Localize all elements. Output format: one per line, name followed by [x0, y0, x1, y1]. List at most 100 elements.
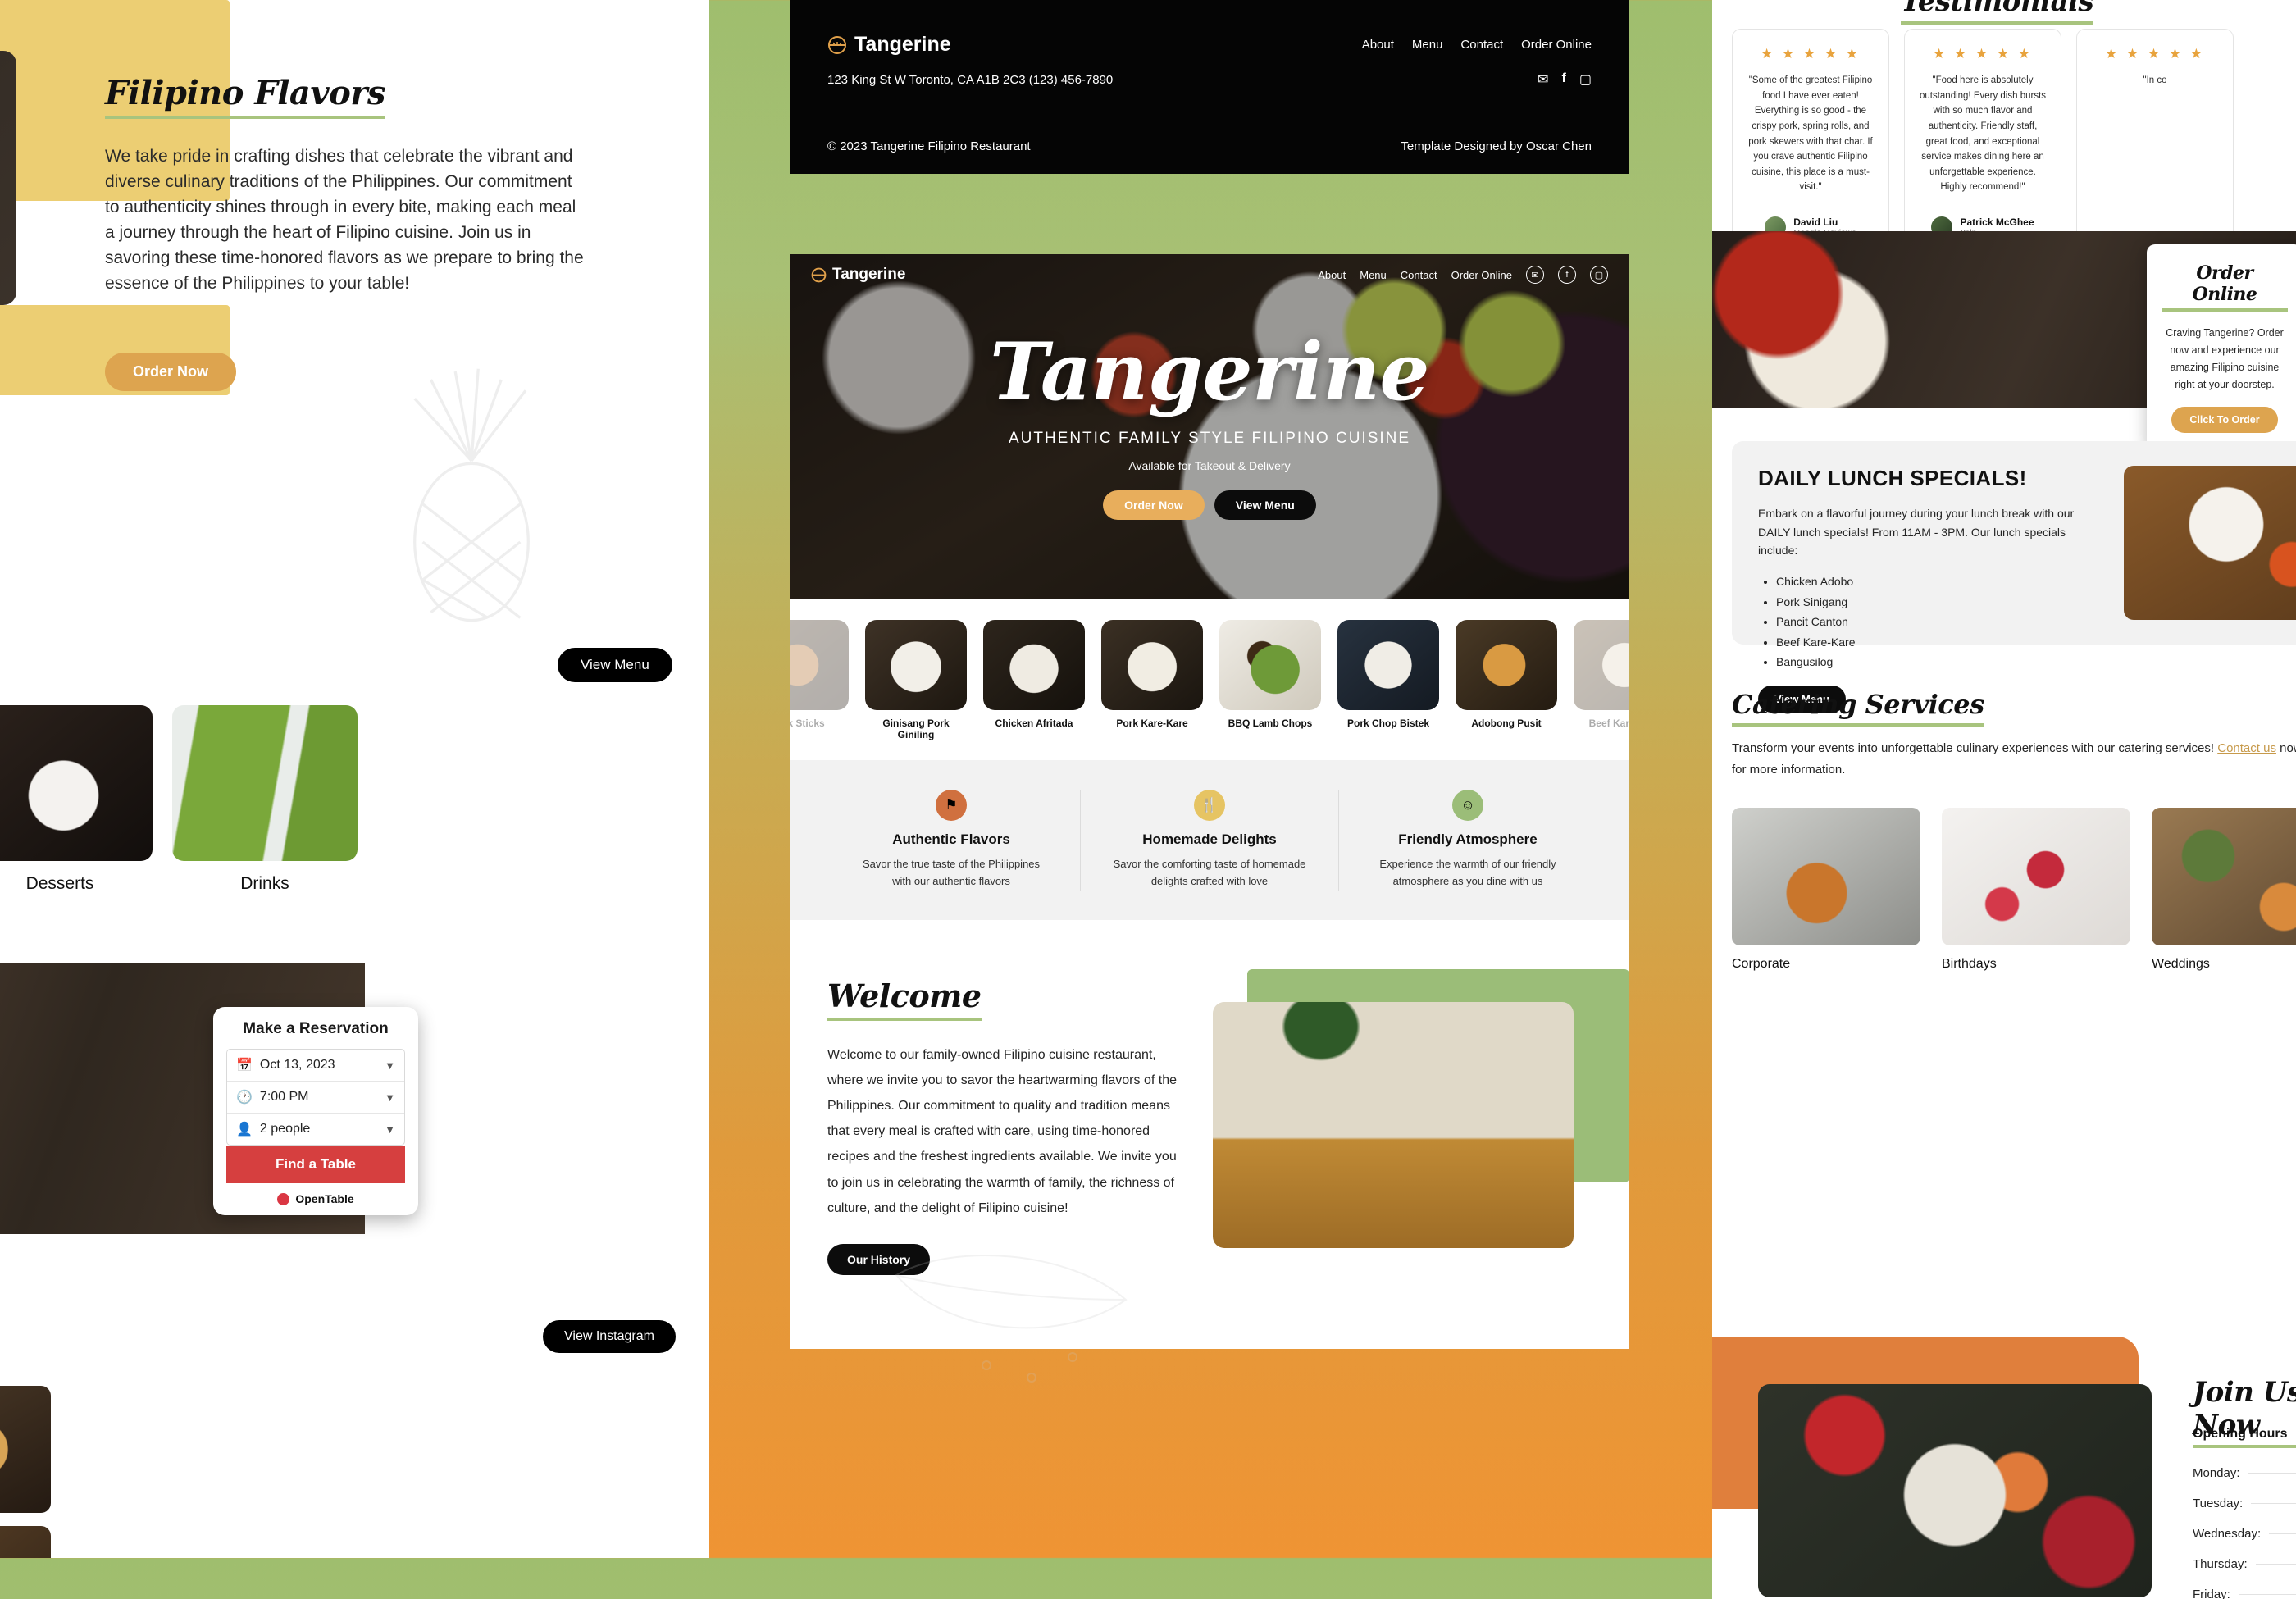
hours-day: Monday:: [2193, 1466, 2240, 1480]
lunch-specials-title: DAILY LUNCH SPECIALS!: [1758, 466, 2027, 490]
hero-nav-right: About Menu Contact Order Online ✉ f ▢: [1318, 266, 1608, 284]
reservation-time-field[interactable]: 🕐 7:00 PM ▼: [227, 1082, 404, 1114]
find-a-table-button[interactable]: Find a Table: [226, 1146, 405, 1183]
instagram-icon[interactable]: ▢: [1579, 71, 1592, 88]
tangerine-slice-icon: [828, 35, 846, 54]
contact-us-link[interactable]: Contact us: [2217, 741, 2276, 755]
filipino-flavors-title: Filipino Flavors: [105, 74, 385, 119]
welcome-title: Welcome: [827, 977, 1180, 1021]
footer-brand-name: Tangerine: [854, 33, 951, 56]
footer-copyright: © 2023 Tangerine Filipino Restaurant: [827, 139, 1031, 153]
view-menu-button-left[interactable]: View Menu: [558, 648, 672, 682]
menu-category-card[interactable]: Desserts: [0, 705, 153, 894]
menu-category-card[interactable]: Drinks: [172, 705, 358, 894]
footer-social-links: ✉ f ▢: [1538, 71, 1592, 88]
catering-label: Corporate: [1732, 957, 1791, 971]
dish-card[interactable]: Ginisang Pork Giniling: [865, 620, 967, 740]
catering-card[interactable]: Corporate: [1732, 808, 1920, 972]
footer-logo[interactable]: Tangerine: [827, 33, 951, 57]
testimonial-list: ★ ★ ★ ★ ★ "Some of the greatest Filipino…: [1732, 29, 2234, 252]
footer-nav-menu[interactable]: Menu: [1412, 38, 1443, 52]
catering-label: Weddings: [2152, 957, 2210, 971]
category-label: Desserts: [25, 874, 94, 893]
reservation-date-field[interactable]: 📅 Oct 13, 2023 ▼: [227, 1050, 404, 1082]
reservation-fields: 📅 Oct 13, 2023 ▼ 🕐 7:00 PM ▼ 👤 2 people …: [226, 1049, 405, 1146]
reservation-time-value: 7:00 PM: [259, 1090, 309, 1104]
hours-day: Friday:: [2193, 1588, 2230, 1599]
chevron-down-icon: ▼: [385, 1091, 395, 1104]
hours-day: Thursday:: [2193, 1557, 2248, 1571]
catering-card[interactable]: Weddings: [2152, 808, 2296, 972]
dish-carousel[interactable]: Pork Sticks Ginisang Pork Giniling Chick…: [790, 599, 1629, 760]
person-icon: 👤: [236, 1123, 253, 1137]
reservation-party-value: 2 people: [259, 1122, 311, 1136]
dish-label: Pork Kare-Kare: [1116, 718, 1188, 729]
filipino-flavors-title-text: Filipino Flavors: [105, 74, 385, 119]
catering-image: [1942, 808, 2130, 945]
reservation-party-field[interactable]: 👤 2 people ▼: [227, 1114, 404, 1145]
star-rating-icon: ★ ★ ★ ★ ★: [1932, 46, 2034, 61]
hero-nav-menu[interactable]: Menu: [1360, 269, 1387, 281]
hero-navbar: Tangerine About Menu Contact Order Onlin…: [790, 254, 1629, 295]
gallery-image[interactable]: [0, 1386, 51, 1513]
hero-view-menu-button[interactable]: View Menu: [1214, 490, 1316, 520]
catering-card-list: Corporate Birthdays Weddings: [1732, 808, 2296, 972]
hero-order-now-button[interactable]: Order Now: [1103, 490, 1205, 520]
order-now-button[interactable]: Order Now: [105, 353, 237, 391]
order-online-text: Craving Tangerine? Order now and experie…: [2166, 327, 2284, 390]
dish-card[interactable]: Pork Kare-Kare: [1101, 620, 1203, 740]
click-to-order-button[interactable]: Click To Order: [2171, 407, 2278, 433]
view-instagram-button[interactable]: View Instagram: [543, 1320, 676, 1353]
footer-nav-about[interactable]: About: [1362, 38, 1394, 52]
gallery-image[interactable]: [0, 1526, 51, 1558]
opentable-logo-icon: [277, 1192, 290, 1205]
feature-line2: atmosphere as you dine with us: [1392, 874, 1543, 887]
dish-image: [1219, 620, 1321, 710]
hero-nav-contact[interactable]: Contact: [1401, 269, 1437, 281]
order-online-title: Order Online: [2162, 262, 2288, 312]
dish-card[interactable]: BBQ Lamb Chops: [1219, 620, 1321, 740]
footer-nav-contact[interactable]: Contact: [1460, 38, 1503, 52]
hero-subtitle: AUTHENTIC FAMILY STYLE FILIPINO CUISINE: [1008, 430, 1411, 447]
dish-card[interactable]: Chicken Afritada: [983, 620, 1085, 740]
fork-spoon-icon: 🍴: [1194, 790, 1225, 821]
testimonials-title-text: Testimonials: [1901, 0, 2094, 25]
facebook-icon[interactable]: f: [1562, 71, 1566, 88]
hero-nav-about[interactable]: About: [1318, 269, 1346, 281]
welcome-text-column: Welcome Welcome to our family-owned Fili…: [827, 977, 1180, 1383]
filipino-flavors-body: We take pride in crafting dishes that ce…: [105, 147, 584, 294]
feature-title: Homemade Delights: [1142, 831, 1277, 847]
site-content: Tangerine About Menu Contact Order Onlin…: [790, 254, 1629, 1383]
footer-credit: Template Designed by Oscar Chen: [1401, 139, 1592, 153]
welcome-body: Welcome to our family-owned Filipino cui…: [827, 1047, 1177, 1215]
welcome-image-column: [1213, 968, 1629, 1275]
hero-logo[interactable]: Tangerine: [811, 266, 905, 284]
testimonial-quote: "Some of the greatest Filipino food I ha…: [1748, 75, 1873, 193]
restaurant-interior-image: [1213, 1001, 1574, 1248]
catering-card[interactable]: Birthdays: [1942, 808, 2130, 972]
order-online-title-text: Order Online: [2162, 262, 2288, 312]
lunch-text-column: DAILY LUNCH SPECIALS! Embark on a flavor…: [1758, 466, 2102, 713]
instagram-icon[interactable]: ▢: [1590, 266, 1608, 284]
lunch-specials-list: Chicken Adobo Pork Sinigang Pancit Canto…: [1776, 572, 2102, 672]
facebook-icon[interactable]: f: [1558, 266, 1576, 284]
testimonial-card: ★ ★ ★ ★ ★ "Food here is absolutely outst…: [1904, 29, 2061, 252]
smiley-icon: ☺: [1452, 790, 1483, 821]
dish-image: [1456, 620, 1557, 710]
hero-availability-note: Available for Takeout & Delivery: [1128, 459, 1291, 472]
tangerine-slice-icon: [811, 267, 827, 282]
catering-title-text: Catering Services: [1732, 689, 1984, 727]
lunch-specials-image: [2124, 466, 2296, 620]
footer-nav-order-online[interactable]: Order Online: [1521, 38, 1592, 52]
hero-title: Tangerine: [990, 326, 1429, 418]
mail-icon[interactable]: ✉: [1526, 266, 1544, 284]
instagram-gallery: [0, 1386, 51, 1558]
hero-nav-order-online[interactable]: Order Online: [1451, 269, 1512, 281]
dish-card[interactable]: Beef Kare-Kare: [1574, 620, 1629, 740]
dish-label: Beef Kare-Kare: [1588, 718, 1629, 729]
dish-card[interactable]: Adobong Pusit: [1456, 620, 1557, 740]
catering-text: Transform your events into unforgettable…: [1732, 738, 2296, 781]
dish-card[interactable]: Pork Chop Bistek: [1337, 620, 1439, 740]
mail-icon[interactable]: ✉: [1538, 71, 1548, 88]
dish-card[interactable]: Pork Sticks: [790, 620, 849, 740]
